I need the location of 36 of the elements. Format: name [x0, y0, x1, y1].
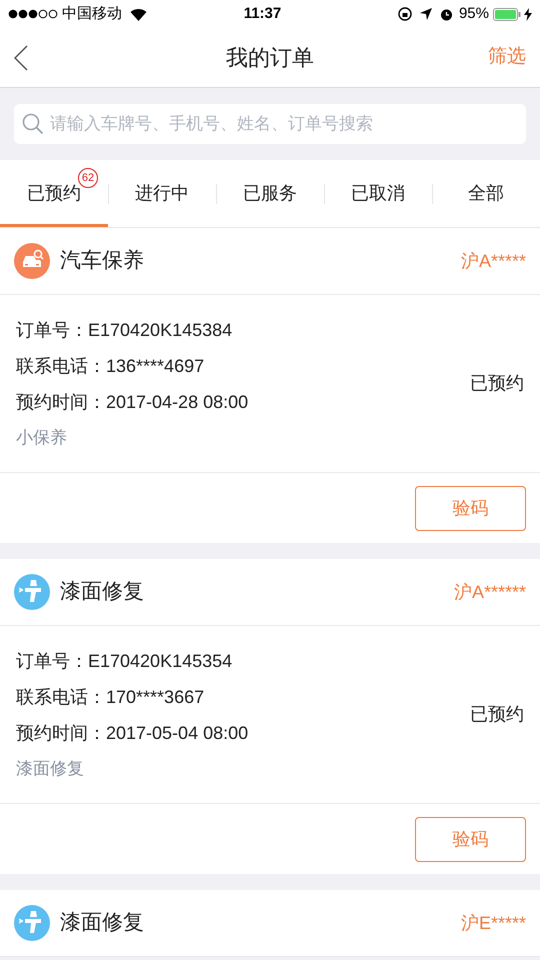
- alarm-icon: [440, 8, 453, 20]
- battery-percent: 95%: [458, 4, 489, 24]
- tab[interactable]: 已服务: [216, 160, 324, 227]
- search-field[interactable]: 请输入车牌号、手机号、姓名、订单号搜索: [14, 104, 526, 144]
- count-badge: 62: [78, 168, 98, 188]
- wifi-icon: [130, 8, 147, 20]
- service-item: 小保养: [16, 426, 68, 449]
- contact-phone: 联系电话：170****3667: [16, 686, 206, 709]
- order-status: 已预约: [470, 703, 524, 726]
- appointment-time: 预约时间：2017-05-04 08:00: [16, 722, 250, 745]
- order-number: 订单号：E170420K145354: [16, 650, 234, 673]
- battery-icon: [493, 8, 521, 20]
- charging-icon: [524, 8, 532, 20]
- tab[interactable]: 已取消: [324, 160, 432, 227]
- appointment-time: 预约时间：2017-04-28 08:00: [16, 390, 250, 414]
- tab[interactable]: 全部: [432, 160, 540, 227]
- service-name: 漆面修复: [60, 579, 145, 606]
- tab[interactable]: 进行中: [108, 160, 216, 227]
- order-status: 已预约: [470, 372, 524, 395]
- service-name: 漆面修复: [60, 910, 145, 936]
- signal-icon: [8, 9, 58, 19]
- contact-phone: 联系电话：136****4697: [16, 354, 206, 378]
- service-name: 汽车保养: [60, 248, 145, 274]
- license-plate: 沪A******: [454, 580, 526, 604]
- location-arrow-icon: [420, 8, 432, 20]
- service-item: 漆面修复: [16, 758, 85, 780]
- search-icon: [22, 113, 44, 135]
- back-icon[interactable]: [14, 44, 28, 70]
- car-icon: [14, 243, 50, 279]
- order-number: 订单号：E170420K145384: [16, 318, 234, 342]
- clock: 11:37: [242, 4, 282, 24]
- page-title: 我的订单: [225, 44, 315, 72]
- carrier: 中国移动: [62, 4, 122, 24]
- rotation-lock-icon: [398, 7, 412, 21]
- license-plate: 沪A*****: [460, 250, 526, 272]
- license-plate: 沪E*****: [460, 912, 526, 934]
